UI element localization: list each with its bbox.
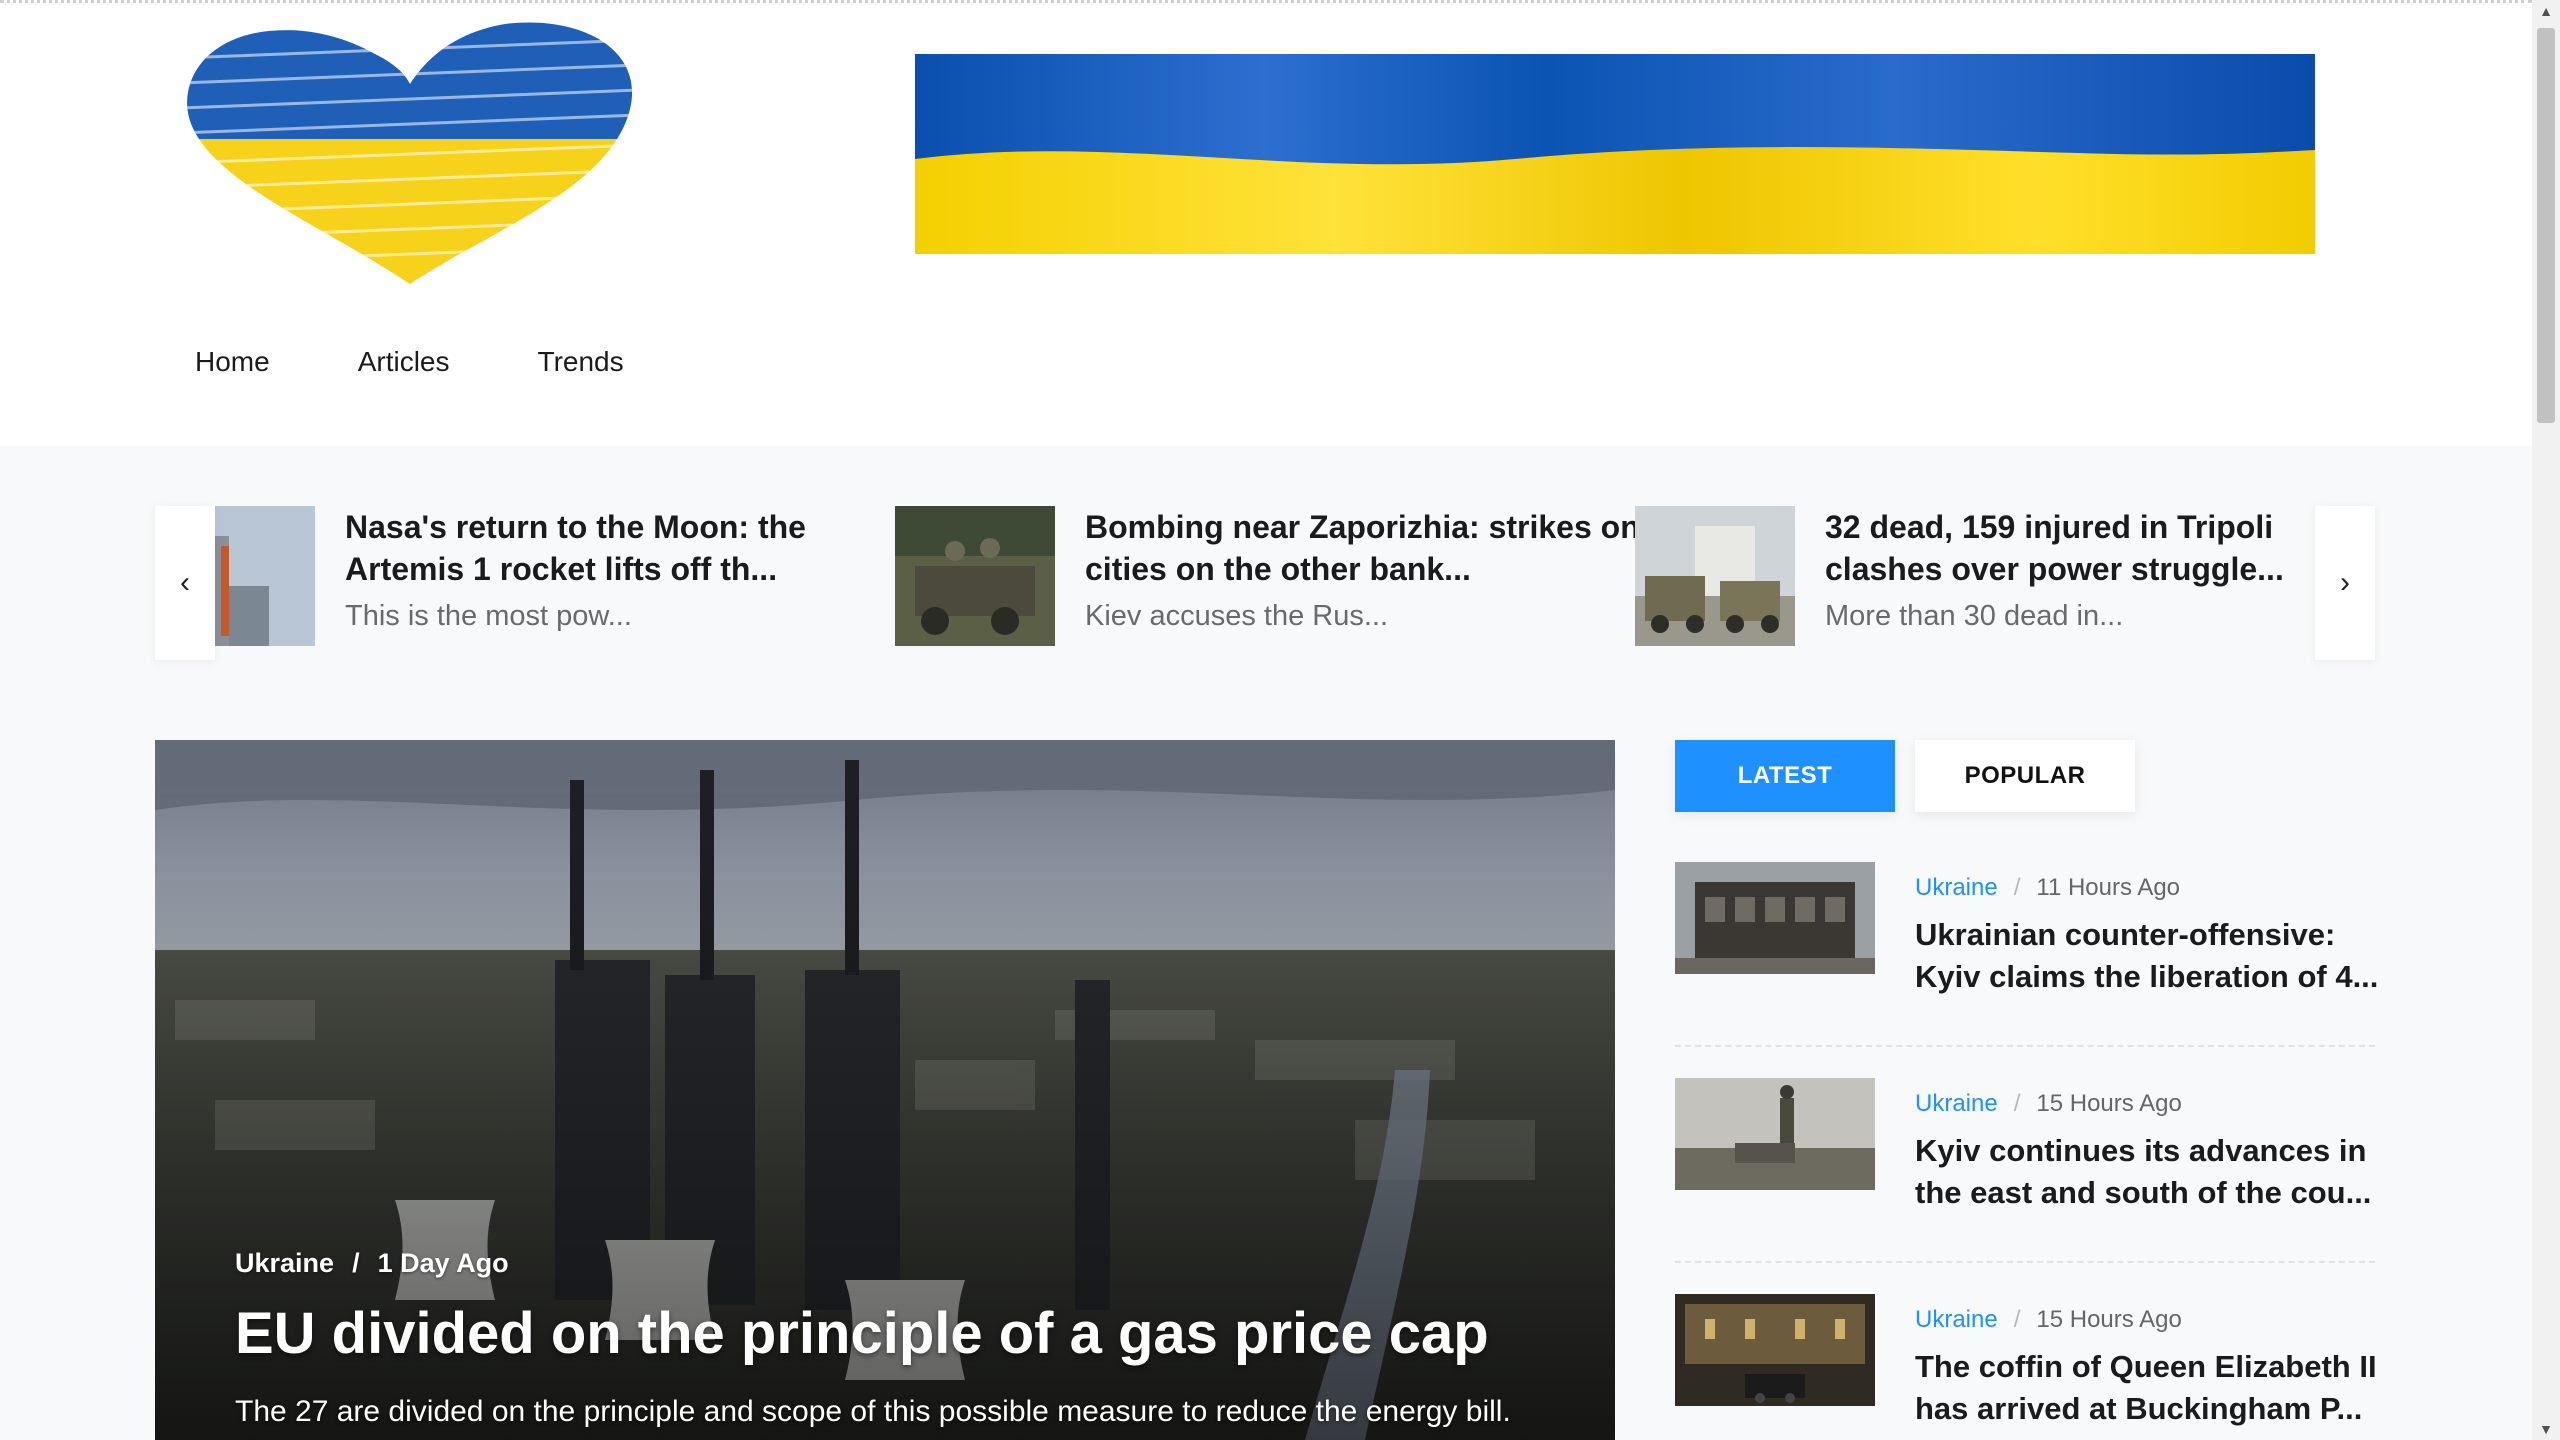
sidebar-category[interactable]: Ukraine — [1915, 874, 1998, 901]
ticker-title[interactable]: Bombing near Zaporizhia: strikes on citi… — [1085, 506, 1645, 590]
sidebar-article[interactable]: Ukraine/15 Hours Ago Kyiv continues its … — [1675, 1078, 2375, 1268]
top-dotted-line — [0, 0, 2532, 3]
scrollbar-thumb[interactable] — [2537, 28, 2555, 423]
hero-title[interactable]: EU divided on the principle of a gas pri… — [235, 1300, 1489, 1367]
meta-separator: / — [2013, 1306, 2021, 1333]
ticker-thumbnail — [895, 506, 1055, 646]
sidebar-time: 15 Hours Ago — [2036, 1306, 2182, 1333]
chevron-right-icon: › — [2340, 566, 2350, 599]
main-nav: Home Articles Trends — [195, 345, 712, 379]
sidebar-thumbnail — [1675, 862, 1875, 974]
site-header: Home Articles Trends — [0, 0, 2532, 446]
sidebar-category[interactable]: Ukraine — [1915, 1306, 1998, 1333]
nav-trends[interactable]: Trends — [538, 345, 624, 379]
ukraine-heart-logo[interactable] — [155, 14, 665, 294]
hero-time: 1 Day Ago — [377, 1248, 509, 1278]
ukraine-flag-banner — [915, 54, 2315, 254]
scroll-up-arrow-icon[interactable]: ▲ — [2532, 0, 2560, 22]
carousel-prev-button[interactable]: ‹ — [155, 506, 215, 660]
chevron-left-icon: ‹ — [180, 566, 190, 599]
ticker-excerpt: This is the most pow... — [345, 600, 632, 632]
divider — [1675, 1045, 2375, 1047]
sidebar-title[interactable]: The coffin of Queen Elizabeth II has arr… — [1915, 1346, 2385, 1430]
hero-description: The 27 are divided on the principle and … — [235, 1395, 1511, 1428]
page-scrollbar[interactable]: ▲ ▼ — [2532, 0, 2560, 1440]
carousel-next-button[interactable]: › — [2315, 506, 2375, 660]
sidebar-time: 15 Hours Ago — [2036, 1090, 2182, 1117]
ticker-thumbnail — [1635, 506, 1795, 646]
meta-separator: / — [352, 1248, 360, 1278]
ticker-item[interactable]: Bombing near Zaporizhia: strikes on citi… — [895, 506, 1640, 646]
scroll-down-arrow-icon[interactable]: ▼ — [2532, 1418, 2560, 1440]
nav-home[interactable]: Home — [195, 345, 270, 379]
sidebar-title[interactable]: Ukrainian counter-offensive: Kyiv claims… — [1915, 914, 2385, 998]
sidebar-title[interactable]: Kyiv continues its advances in the east … — [1915, 1130, 2385, 1214]
tab-latest[interactable]: LATEST — [1675, 740, 1895, 812]
sidebar-category[interactable]: Ukraine — [1915, 1090, 1998, 1117]
sidebar-time: 11 Hours Ago — [2036, 874, 2181, 901]
sidebar-thumbnail — [1675, 1294, 1875, 1406]
tab-popular[interactable]: POPULAR — [1915, 740, 2135, 812]
ticker-thumbnail — [215, 506, 315, 646]
hero-meta: Ukraine / 1 Day Ago — [235, 1248, 509, 1279]
ticker-item[interactable]: 32 dead, 159 injured in Tripoli clashes … — [1635, 506, 2315, 646]
news-ticker-carousel: ‹ Nasa's return to the Moon: the Artemis… — [155, 506, 2375, 660]
meta-separator: / — [2013, 874, 2021, 901]
sidebar-thumbnail — [1675, 1078, 1875, 1190]
sidebar-article[interactable]: Ukraine/15 Hours Ago The coffin of Queen… — [1675, 1294, 2377, 1440]
ticker-excerpt: Kiev accuses the Rus... — [1085, 600, 1389, 632]
nav-articles[interactable]: Articles — [358, 345, 450, 379]
featured-article[interactable]: Ukraine / 1 Day Ago EU divided on the prin… — [155, 740, 1615, 1440]
ticker-excerpt: More than 30 dead in... — [1825, 600, 2124, 632]
meta-separator: / — [2013, 1090, 2021, 1117]
sidebar-article[interactable]: Ukraine/11 Hours Ago Ukrainian counter-o… — [1675, 862, 2378, 1052]
divider — [1675, 1261, 2375, 1263]
ticker-title[interactable]: Nasa's return to the Moon: the Artemis 1… — [345, 506, 905, 590]
ticker-title[interactable]: 32 dead, 159 injured in Tripoli clashes … — [1825, 506, 2385, 590]
sidebar-tabs: LATEST POPULAR — [1675, 740, 2135, 812]
ticker-item[interactable]: Nasa's return to the Moon: the Artemis 1… — [215, 506, 895, 646]
hero-category[interactable]: Ukraine — [235, 1248, 334, 1278]
